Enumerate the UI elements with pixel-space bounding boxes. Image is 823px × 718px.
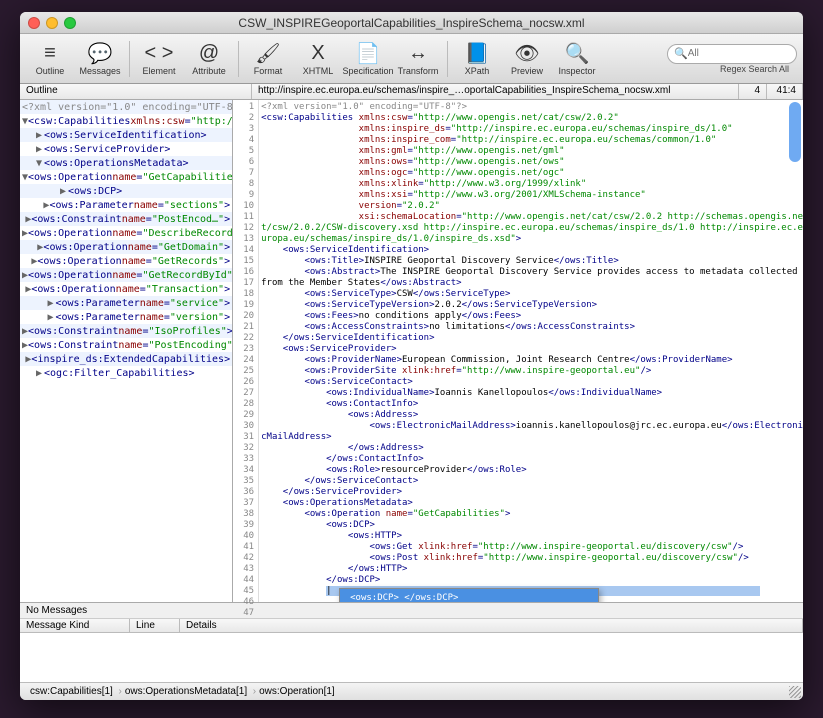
attribute-icon: @ (199, 42, 219, 66)
breadcrumb-item[interactable]: csw:Capabilities[1] (24, 686, 119, 697)
toolbar-inspector-button[interactable]: 🔍Inspector (553, 36, 601, 82)
col-line[interactable]: Line (130, 619, 180, 632)
toolbar-xhtml-button[interactable]: XXHTML (294, 36, 342, 82)
specification-icon: 📄 (356, 42, 381, 66)
col-cursor-pos: 41:4 (767, 84, 803, 99)
traffic-lights (28, 17, 76, 29)
resize-handle[interactable] (789, 686, 801, 698)
zoom-button[interactable] (64, 17, 76, 29)
line-gutter: 1234567891011121314151617181920212223242… (233, 100, 259, 602)
messages-icon: 💬 (88, 42, 113, 66)
outline-row[interactable]: ▶<inspire_ds:ExtendedCapabilities> (20, 352, 232, 366)
outline-row[interactable]: ▶<ows:Constraint name="PostEncod…"> (20, 212, 232, 226)
outline-row[interactable]: ▶<ows:Operation name="GetDomain"> (20, 240, 232, 254)
outline-row[interactable]: ▶<ows:Parameter name="version"> (20, 310, 232, 324)
autocomplete-popup[interactable]: <ows:DCP> </ows:DCP><ows:Parameter name=… (339, 588, 599, 602)
disclosure-down-icon[interactable]: ▼ (34, 158, 44, 169)
scrollbar-thumb[interactable] (789, 102, 801, 162)
outline-row[interactable]: ▶<ows:Operation name="GetRecordById"> (20, 268, 232, 282)
toolbar-messages-button[interactable]: 💬Messages (76, 36, 124, 82)
xpath-icon: 📘 (465, 42, 490, 66)
outline-row[interactable]: ▶<ows:Operation name="DescribeRecord"> (20, 226, 232, 240)
editor-pane: 1234567891011121314151617181920212223242… (233, 100, 803, 602)
outline-pane[interactable]: <?xml version="1.0" encoding="UTF-8"?>▼<… (20, 100, 233, 602)
outline-row[interactable]: ▶<ows:Operation name="GetRecords"> (20, 254, 232, 268)
outline-row[interactable]: ▼<ows:OperationsMetadata> (20, 156, 232, 170)
app-window: CSW_INSPIREGeoportalCapabilities_Inspire… (20, 12, 803, 700)
outline-row[interactable]: ▶<ows:Constraint name="IsoProfiles"> (20, 324, 232, 338)
breadcrumb-item[interactable]: ows:OperationsMetadata[1] (119, 686, 253, 697)
search-field[interactable]: 🔍 (667, 44, 797, 64)
messages-title: No Messages (20, 603, 803, 619)
disclosure-right-icon[interactable]: ▶ (34, 130, 44, 141)
col-n1: 4 (739, 84, 767, 99)
format-icon: 🖌 (255, 42, 280, 66)
toolbar: ≡Outline💬Messages< >Element@Attribute🖌Fo… (20, 34, 803, 84)
disclosure-right-icon[interactable]: ▶ (46, 312, 56, 323)
disclosure-right-icon[interactable]: ▶ (58, 186, 68, 197)
autocomplete-item[interactable]: <ows:DCP> </ows:DCP> (340, 589, 598, 602)
outline-header[interactable]: Outline (20, 84, 252, 99)
search-input[interactable] (688, 48, 790, 59)
outline-row[interactable]: ▼<csw:Capabilities xmlns:csw="http://www… (20, 114, 232, 128)
toolbar-attribute-button[interactable]: @Attribute (185, 36, 233, 82)
disclosure-right-icon[interactable]: ▶ (34, 368, 44, 379)
window-title: CSW_INSPIREGeoportalCapabilities_Inspire… (20, 16, 803, 30)
outline-row[interactable]: ▶<ogc:Filter_Capabilities> (20, 366, 232, 380)
outline-row[interactable]: ▶<ows:Operation name="Transaction"> (20, 282, 232, 296)
toolbar-format-button[interactable]: 🖌Format (244, 36, 292, 82)
toolbar-xpath-button[interactable]: 📘XPath (453, 36, 501, 82)
breadcrumb-item[interactable]: ows:Operation[1] (253, 686, 341, 697)
breadcrumb-bar: csw:Capabilities[1]ows:OperationsMetadat… (20, 682, 803, 700)
preview-icon: 👁 (514, 42, 539, 66)
toolbar-preview-button[interactable]: 👁Preview (503, 36, 551, 82)
messages-body[interactable] (20, 633, 803, 682)
element-icon: < > (145, 42, 174, 66)
toolbar-specification-button[interactable]: 📄Specification (344, 36, 392, 82)
disclosure-right-icon[interactable]: ▶ (34, 144, 44, 155)
close-button[interactable] (28, 17, 40, 29)
messages-header: Message Kind Line Details (20, 619, 803, 633)
minimize-button[interactable] (46, 17, 58, 29)
outline-row[interactable]: ▶<ows:ServiceProvider> (20, 142, 232, 156)
regex-label: Regex Search All (720, 64, 789, 74)
outline-row[interactable]: ▶<ows:DCP> (20, 184, 232, 198)
outline-row[interactable]: ▶<ows:ServiceIdentification> (20, 128, 232, 142)
search-icon: 🔍 (674, 47, 688, 60)
outline-row[interactable]: ▼<ows:Operation name="GetCapabilities"> (20, 170, 232, 184)
toolbar-element-button[interactable]: < >Element (135, 36, 183, 82)
toolbar-outline-button[interactable]: ≡Outline (26, 36, 74, 82)
outline-row[interactable]: ▶<ows:Constraint name="PostEncoding"> (20, 338, 232, 352)
path-header[interactable]: http://inspire.ec.europa.eu/schemas/insp… (252, 84, 739, 99)
inspector-icon: 🔍 (565, 42, 590, 66)
messages-pane: No Messages Message Kind Line Details (20, 602, 803, 682)
outline-row[interactable]: ▶<ows:Parameter name="service"> (20, 296, 232, 310)
col-details[interactable]: Details (180, 619, 803, 632)
disclosure-right-icon[interactable]: ▶ (46, 298, 56, 309)
outline-icon: ≡ (44, 42, 56, 66)
outline-row[interactable]: ▶<ows:Parameter name="sections"> (20, 198, 232, 212)
titlebar[interactable]: CSW_INSPIREGeoportalCapabilities_Inspire… (20, 12, 803, 34)
xhtml-icon: X (311, 42, 324, 66)
transform-icon: ↔ (408, 42, 428, 66)
outline-row[interactable]: <?xml version="1.0" encoding="UTF-8"?> (20, 100, 232, 114)
content: Outline http://inspire.ec.europa.eu/sche… (20, 84, 803, 700)
col-message-kind[interactable]: Message Kind (20, 619, 130, 632)
toolbar-transform-button[interactable]: ↔Transform (394, 36, 442, 82)
main-split: <?xml version="1.0" encoding="UTF-8"?>▼<… (20, 100, 803, 602)
header-row: Outline http://inspire.ec.europa.eu/sche… (20, 84, 803, 100)
code-area[interactable]: <?xml version="1.0" encoding="UTF-8"?> <… (259, 100, 803, 602)
